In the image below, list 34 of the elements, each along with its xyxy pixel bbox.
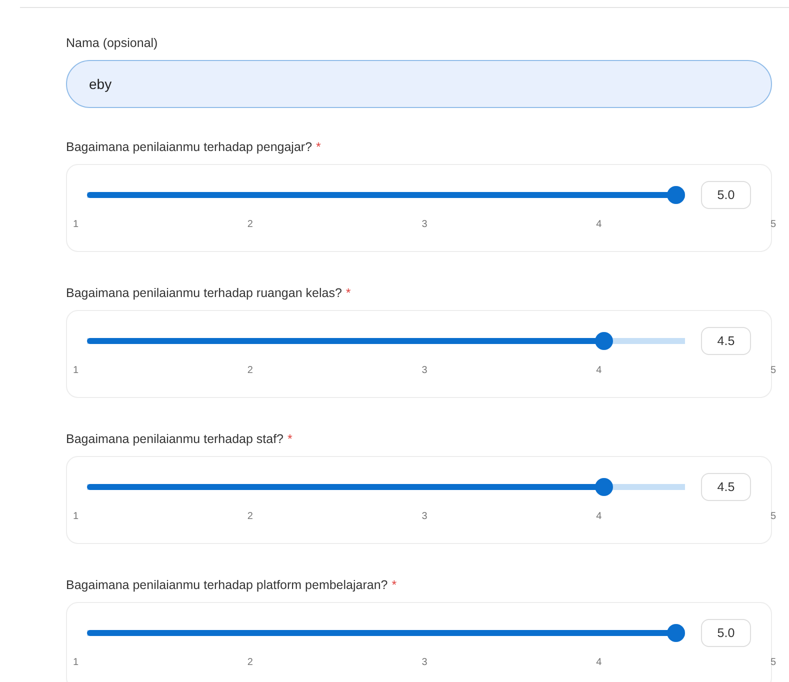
tick-label: 1 xyxy=(73,365,79,376)
slider-thumb[interactable] xyxy=(594,478,612,496)
question-label: Bagaimana penilaianmu terhadap platform pembelajaran? * xyxy=(66,578,398,592)
tick-label: 1 xyxy=(73,511,79,522)
rating-value: 4.5 xyxy=(701,327,751,355)
slider-thumb[interactable] xyxy=(594,332,612,350)
tick-label: 1 xyxy=(73,219,79,230)
name-input[interactable]: eby xyxy=(66,60,772,108)
tick-label: 5 xyxy=(770,365,776,376)
slider-thumb[interactable] xyxy=(667,186,685,204)
question-label: Bagaimana penilaianmu terhadap ruangan kelas? * xyxy=(66,286,352,300)
tick-label: 4 xyxy=(596,657,602,668)
tick-label: 1 xyxy=(73,657,79,668)
tick-label: 3 xyxy=(422,511,428,522)
tick-label: 3 xyxy=(422,365,428,376)
tick-label: 2 xyxy=(247,365,253,376)
tick-label: 2 xyxy=(247,219,253,230)
tick-label: 4 xyxy=(596,365,602,376)
tick-label: 2 xyxy=(247,511,253,522)
tick-label: 5 xyxy=(770,657,776,668)
question-label: Bagaimana penilaianmu terhadap staf? * xyxy=(66,432,294,446)
tick-label: 4 xyxy=(596,511,602,522)
rating-value: 4.5 xyxy=(701,473,751,501)
tick-label: 3 xyxy=(422,657,428,668)
tick-label: 5 xyxy=(770,219,776,230)
rating-value: 5.0 xyxy=(701,181,751,209)
question-label: Bagaimana penilaianmu terhadap pengajar? * xyxy=(66,140,322,154)
tick-label: 3 xyxy=(422,219,428,230)
tick-label: 2 xyxy=(247,657,253,668)
field-label: Nama (opsional) xyxy=(66,36,159,50)
slider-thumb[interactable] xyxy=(667,624,685,642)
tick-label: 4 xyxy=(596,219,602,230)
tick-label: 5 xyxy=(770,511,776,522)
rating-value: 5.0 xyxy=(701,619,751,647)
